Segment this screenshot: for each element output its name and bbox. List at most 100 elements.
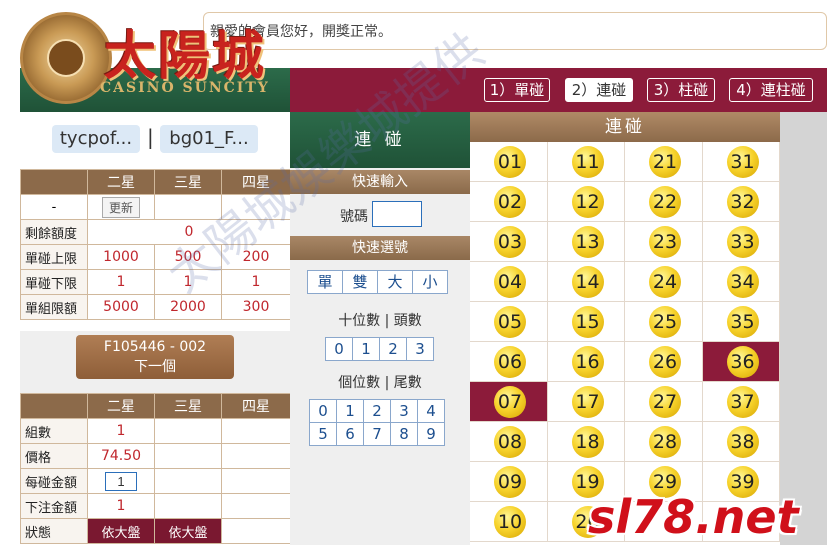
number-cell[interactable]: 34 (702, 262, 780, 302)
number-cell[interactable]: 10 (470, 502, 548, 542)
remaining-value: 0 (87, 219, 291, 245)
tens-button-1[interactable]: 1 (352, 337, 380, 361)
next-code: F105446 - 002 (103, 339, 207, 355)
units-button-2[interactable]: 2 (363, 399, 391, 423)
number-cell[interactable]: 39 (702, 462, 780, 502)
number-ball: 39 (726, 466, 759, 498)
tab-multi-column-pair[interactable]: 4）連柱碰 (729, 78, 813, 102)
number-cell[interactable]: 19 (547, 462, 625, 502)
next-area: F105446 - 002 下一個 (20, 331, 290, 393)
big-button[interactable]: 大 (377, 270, 413, 294)
bet-header-row: 二星 三星 四星 (20, 393, 291, 419)
empty-cell (221, 493, 291, 519)
tens-button-2[interactable]: 2 (379, 337, 407, 361)
number-cell[interactable]: 04 (470, 262, 548, 302)
number-cell[interactable]: 01 (470, 142, 548, 182)
number-cell[interactable]: 23 (625, 222, 703, 262)
empty-cell (154, 493, 222, 519)
units-button-3[interactable]: 3 (390, 399, 418, 423)
number-cell[interactable]: 36 (702, 342, 780, 382)
tab-single-pair[interactable]: 1）單碰 (484, 78, 550, 102)
groups-label: 組數 (20, 418, 88, 444)
app-root: 親愛的會員您好，開獎正常。 太陽城 CASINO SUNCITY 1）單碰 2）… (0, 0, 827, 545)
quick-input-title: 快速輸入 (290, 170, 470, 194)
number-cell[interactable]: 13 (547, 222, 625, 262)
number-cell[interactable]: 12 (547, 182, 625, 222)
number-ball: 17 (571, 386, 604, 418)
bet-header-2star: 二星 (87, 393, 155, 419)
number-cell[interactable]: 31 (702, 142, 780, 182)
limit-value: 1 (87, 269, 155, 295)
tens-button-3[interactable]: 3 (406, 337, 434, 361)
units-button-9[interactable]: 9 (417, 422, 445, 446)
number-cell[interactable]: 21 (625, 142, 703, 182)
number-cell[interactable]: 06 (470, 342, 548, 382)
number-cell[interactable]: 17 (547, 382, 625, 422)
units-button-1[interactable]: 1 (336, 399, 364, 423)
even-button[interactable]: 雙 (342, 270, 378, 294)
empty-cell (154, 418, 222, 444)
amount-label: 每碰金額 (20, 468, 88, 494)
limits-header-2star: 二星 (87, 169, 155, 195)
tab-multi-pair[interactable]: 2）連碰 (565, 78, 633, 102)
number-cell[interactable]: 02 (470, 182, 548, 222)
number-cell[interactable]: 32 (702, 182, 780, 222)
odd-button[interactable]: 單 (307, 270, 343, 294)
units-buttons-row2: 5 6 7 8 9 (309, 422, 445, 446)
units-button-4[interactable]: 4 (417, 399, 445, 423)
number-cell[interactable]: 18 (547, 422, 625, 462)
units-button-0[interactable]: 0 (309, 399, 337, 423)
number-cell[interactable]: 37 (702, 382, 780, 422)
amount-row: 每碰金額 (20, 468, 291, 494)
number-cell[interactable]: 26 (625, 342, 703, 382)
amount-input[interactable] (105, 471, 137, 491)
number-cell[interactable]: 08 (470, 422, 548, 462)
number-input[interactable] (372, 201, 422, 227)
empty-cell (221, 443, 291, 469)
number-grid-panel: 連碰 01 11 21 31 02 12 22 32 03 13 23 33 04 14 24 34 05 15 2… (470, 112, 780, 545)
quick-panel-title: 連 碰 (290, 112, 470, 168)
number-ball: 36 (726, 346, 759, 378)
number-cell[interactable]: 14 (547, 262, 625, 302)
limits-header-4star: 四星 (221, 169, 291, 195)
limit-value: 5000 (87, 294, 155, 320)
units-button-5[interactable]: 5 (309, 422, 337, 446)
number-cell[interactable]: 05 (470, 302, 548, 342)
number-cell[interactable]: 33 (702, 222, 780, 262)
units-label: 個位數 | 尾數 (338, 375, 422, 391)
refresh-button[interactable]: 更新 (101, 196, 140, 218)
next-button[interactable]: F105446 - 002 下一個 (76, 335, 234, 379)
units-button-8[interactable]: 8 (390, 422, 418, 446)
number-cell[interactable]: 29 (625, 462, 703, 502)
number-cell[interactable]: 03 (470, 222, 548, 262)
small-button[interactable]: 小 (412, 270, 448, 294)
units-buttons-row1: 0 1 2 3 4 (309, 399, 445, 423)
number-cell[interactable]: 28 (625, 422, 703, 462)
number-cell[interactable]: 09 (470, 462, 548, 502)
units-button-6[interactable]: 6 (336, 422, 364, 446)
number-cell[interactable]: 35 (702, 302, 780, 342)
limit-value: 200 (221, 244, 291, 270)
username-chip: tycpof... (52, 125, 140, 153)
units-button-7[interactable]: 7 (363, 422, 391, 446)
number-cell[interactable]: 16 (547, 342, 625, 382)
number-cell[interactable]: 38 (702, 422, 780, 462)
quick-panel: 連 碰 快速輸入 號碼 快速選號 單 雙 大 小 十位數 | 頭數 0 1 2 … (290, 112, 470, 545)
tens-button-0[interactable]: 0 (325, 337, 353, 361)
number-cell[interactable]: 27 (625, 382, 703, 422)
number-ball: 02 (494, 186, 526, 218)
amount-cell (87, 468, 155, 494)
number-cell[interactable]: 07 (470, 382, 548, 422)
number-cell[interactable]: 24 (625, 262, 703, 302)
number-ball: 24 (649, 266, 681, 298)
number-cell[interactable]: 25 (625, 302, 703, 342)
number-cell[interactable]: 15 (547, 302, 625, 342)
remaining-label: 剩餘額度 (20, 219, 88, 245)
number-cell[interactable]: 11 (547, 142, 625, 182)
number-cell[interactable]: 22 (625, 182, 703, 222)
number-cell[interactable]: 20 (547, 502, 625, 542)
number-ball: 01 (494, 146, 526, 178)
tab-bar: 1）單碰 2）連碰 3）柱碰 4）連柱碰 (290, 68, 827, 112)
tab-column-pair[interactable]: 3）柱碰 (647, 78, 715, 102)
refresh-row: - 更新 (20, 194, 291, 220)
